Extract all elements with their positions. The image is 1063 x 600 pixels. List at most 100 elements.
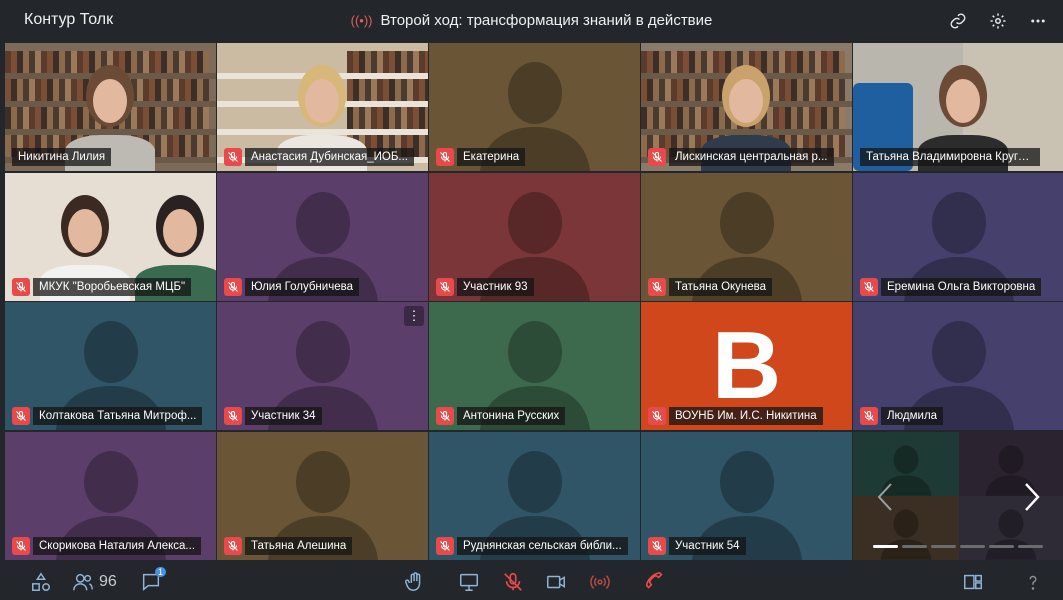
mic-muted-icon: [224, 536, 242, 555]
shapes-icon[interactable]: [30, 571, 52, 593]
participants-button[interactable]: 96: [72, 571, 117, 593]
participant-name: Татьяна Алешина: [245, 536, 353, 555]
settings-icon[interactable]: [987, 10, 1009, 32]
participant-tile[interactable]: Татьяна Алешина: [217, 431, 428, 560]
mic-muted-icon: [648, 277, 666, 296]
participant-tile[interactable]: Никитина Лилия: [5, 43, 216, 171]
participant-name: Еремина Ольга Викторовна: [881, 277, 1042, 296]
mic-muted-icon: [12, 407, 30, 425]
participant-tile[interactable]: Екатерина: [429, 43, 640, 171]
screen-share-icon[interactable]: [458, 571, 480, 593]
participant-label: Еремина Ольга Викторовна: [860, 277, 1042, 296]
help-icon[interactable]: [1022, 571, 1044, 593]
mic-muted-icon: [224, 148, 242, 166]
page-indicator: [873, 544, 1043, 548]
mic-muted-icon: [648, 536, 666, 555]
page-dot[interactable]: [989, 544, 1014, 548]
participant-tile[interactable]: Анастасия Дубинская_ИОБ...: [217, 43, 428, 171]
raise-hand-icon[interactable]: [404, 571, 426, 593]
participant-tile[interactable]: Людмила: [853, 302, 1063, 430]
layout-icon[interactable]: [962, 571, 984, 593]
preview-quadrant: [853, 431, 959, 496]
participant-label: ВОУНБ Им. И.С. Никитина: [648, 407, 823, 425]
mic-muted-icon: [12, 277, 30, 296]
broadcast-icon[interactable]: [589, 571, 611, 593]
participant-name: Екатерина: [457, 148, 526, 166]
participant-label: Никитина Лилия: [12, 148, 112, 166]
participant-tile[interactable]: ⋮ Участник 34: [217, 302, 428, 430]
mic-muted-icon: [224, 407, 242, 425]
preview-quadrant: [853, 495, 959, 560]
page-dot[interactable]: [960, 544, 985, 548]
participant-name: Татьяна Окунева: [669, 277, 773, 296]
link-icon[interactable]: [947, 10, 969, 32]
participant-name: Людмила: [881, 407, 944, 425]
next-page-preview: [853, 431, 1063, 560]
participant-name: МКУК "Воробьевская МЦБ": [33, 277, 192, 296]
participant-label: Участник 54: [648, 536, 746, 555]
participant-name: Никитина Лилия: [12, 148, 112, 166]
chat-badge: 1: [154, 567, 166, 577]
page-dot[interactable]: [1018, 544, 1043, 548]
participant-tile[interactable]: МКУК "Воробьевская МЦБ": [5, 172, 216, 301]
top-bar: Контур Толк ((•)) Второй ход: трансформац…: [0, 0, 1063, 42]
hangup-icon[interactable]: [644, 571, 666, 593]
participant-label: Лискинская центральная р...: [648, 148, 834, 166]
mic-muted-icon: [436, 536, 454, 555]
participants-count: 96: [99, 573, 117, 590]
mic-muted-icon: [436, 148, 454, 166]
previous-page-icon[interactable]: [871, 480, 901, 514]
preview-quadrant: [958, 431, 1063, 496]
participant-tile[interactable]: Лискинская центральная р...: [641, 43, 852, 171]
participant-name: Участник 93: [457, 277, 534, 296]
mic-muted-icon: [436, 277, 454, 296]
participant-tile[interactable]: Руднянская сельская библи...: [429, 431, 640, 560]
video-conference-window: Контур Толк ((•)) Второй ход: трансформац…: [0, 0, 1063, 600]
bottom-toolbar: 96 1: [0, 562, 1063, 600]
participant-tile[interactable]: Участник 54: [641, 431, 852, 560]
participant-tile[interactable]: Участник 93: [429, 172, 640, 301]
more-icon[interactable]: [1027, 10, 1049, 32]
mic-muted-icon: [648, 148, 666, 166]
participant-tile[interactable]: Еремина Ольга Викторовна: [853, 172, 1063, 301]
camera-icon[interactable]: [545, 571, 567, 593]
top-actions: [947, 10, 1049, 32]
mic-off-icon[interactable]: [502, 571, 524, 593]
participant-label: Татьяна Владимировна Кругова: [860, 148, 1040, 166]
meeting-title-row: ((•)) Второй ход: трансформация знаний в …: [0, 12, 1063, 29]
participant-tile[interactable]: Татьяна Окунева: [641, 172, 852, 301]
participant-label: Екатерина: [436, 148, 526, 166]
participant-name: Татьяна Владимировна Кругова: [860, 148, 1040, 166]
participant-label: Участник 93: [436, 277, 534, 296]
participant-tile[interactable]: Татьяна Владимировна Кругова: [853, 43, 1063, 171]
chat-button[interactable]: 1: [140, 567, 166, 593]
participants-grid: Никитина Лилия Анастасия Дубинская_ИОБ...…: [5, 43, 1063, 561]
participant-label: Людмила: [860, 407, 944, 425]
participant-tile[interactable]: Колтакова Татьяна Митроф...: [5, 302, 216, 430]
participant-label: Участник 34: [224, 407, 322, 425]
mic-muted-icon: [12, 536, 30, 555]
participant-name: Лискинская центральная р...: [669, 148, 834, 166]
participant-name: Анастасия Дубинская_ИОБ...: [245, 148, 414, 166]
participant-name: Участник 34: [245, 407, 322, 425]
preview-quadrant: [958, 495, 1063, 560]
page-dot[interactable]: [902, 544, 927, 548]
avatar-letter: В: [711, 312, 782, 419]
participant-name: Скорикова Наталия Алекса...: [33, 536, 202, 555]
participant-tile[interactable]: Антонина Русских: [429, 302, 640, 430]
participant-name: Колтакова Татьяна Митроф...: [33, 407, 203, 425]
next-page-icon[interactable]: [1016, 480, 1046, 514]
mic-muted-icon: [648, 407, 666, 425]
participant-name: Участник 54: [669, 536, 746, 555]
participant-tile[interactable]: Юлия Голубничева: [217, 172, 428, 301]
participant-tile[interactable]: В ВОУНБ Им. И.С. Никитина: [641, 302, 852, 430]
recording-icon: ((•)): [350, 13, 373, 28]
page-dot[interactable]: [873, 544, 898, 548]
participant-name: Антонина Русских: [457, 407, 566, 425]
tile-menu-icon[interactable]: ⋮: [404, 306, 424, 326]
page-dot[interactable]: [931, 544, 956, 548]
mic-muted-icon: [860, 407, 878, 425]
mic-muted-icon: [224, 277, 242, 296]
participant-tile[interactable]: Скорикова Наталия Алекса...: [5, 431, 216, 560]
participant-label: Скорикова Наталия Алекса...: [12, 536, 202, 555]
